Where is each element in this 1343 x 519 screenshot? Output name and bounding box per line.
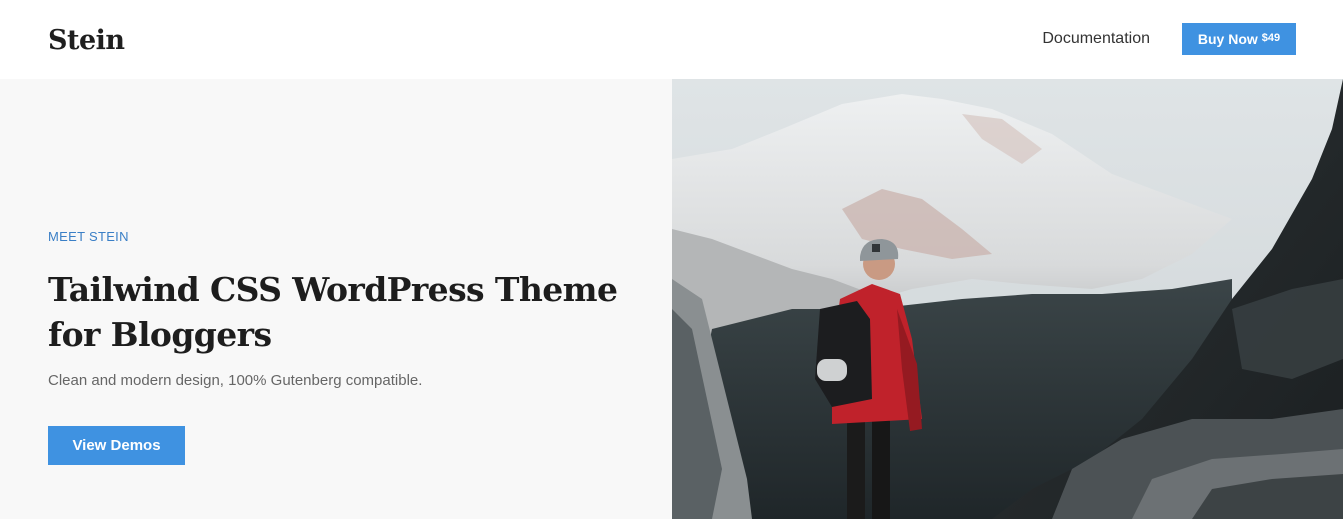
buy-now-button[interactable]: Buy Now $49 bbox=[1182, 22, 1296, 55]
hero-title: Tailwind CSS WordPress Theme for Blogger… bbox=[48, 270, 618, 354]
hero-eyebrow: MEET STEIN bbox=[48, 229, 129, 244]
nav-link-documentation[interactable]: Documentation bbox=[1042, 30, 1150, 48]
hero-content: MEET STEIN Tailwind CSS WordPress Theme … bbox=[0, 79, 672, 519]
buy-now-label: Buy Now bbox=[1197, 30, 1258, 47]
main-nav: Documentation Buy Now $49 bbox=[1042, 22, 1296, 55]
buy-now-price: $49 bbox=[1261, 31, 1281, 44]
site-logo[interactable]: Stein bbox=[48, 25, 125, 56]
view-demos-button[interactable]: View Demos bbox=[48, 426, 185, 465]
site-header: Stein Documentation Buy Now $49 bbox=[0, 0, 1343, 79]
hero-image-mountain-hiker bbox=[672, 79, 1343, 519]
hero-subtitle: Clean and modern design, 100% Gutenberg … bbox=[48, 372, 423, 389]
